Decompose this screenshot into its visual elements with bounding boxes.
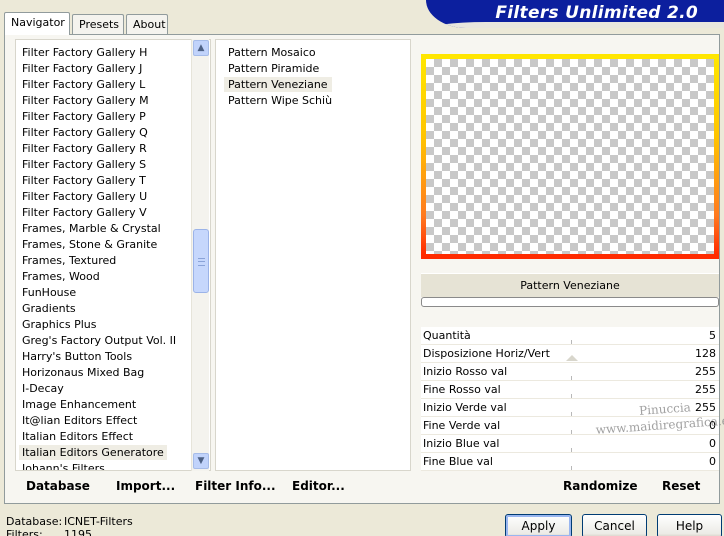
slider-tick — [571, 394, 572, 398]
category-item[interactable]: Filter Factory Gallery V — [19, 205, 150, 220]
help-button[interactable]: Help — [657, 514, 722, 536]
category-item[interactable]: Filter Factory Gallery M — [19, 93, 152, 108]
category-item[interactable]: Filter Factory Gallery U — [19, 189, 150, 204]
category-item[interactable]: FunHouse — [19, 285, 79, 300]
param-value: 255 — [695, 365, 716, 378]
category-scrollbar[interactable]: ▲ ▼ — [191, 39, 209, 471]
slider-tick — [571, 376, 572, 380]
category-item[interactable]: Filter Factory Gallery T — [19, 173, 149, 188]
filter-item[interactable]: Pattern Veneziane — [224, 77, 332, 92]
import-button[interactable]: Import... — [116, 479, 175, 493]
status-filters-label: Filters: — [6, 528, 43, 536]
scrollbar-thumb[interactable] — [193, 229, 209, 293]
reset-button[interactable]: Reset — [662, 479, 700, 493]
slider-thumb[interactable] — [566, 355, 578, 361]
param-label: Fine Rosso val — [423, 383, 501, 396]
param-value: 5 — [709, 329, 716, 342]
tab-about[interactable]: About — [126, 14, 168, 34]
category-item[interactable]: Italian Editors Generatore — [19, 445, 167, 460]
status-filters-value: 1195 — [64, 528, 92, 536]
param-value: 0 — [709, 437, 716, 450]
category-item[interactable]: Frames, Textured — [19, 253, 119, 268]
category-item[interactable]: Filter Factory Gallery P — [19, 109, 149, 124]
param-slider[interactable]: Fine Rosso val 255 — [421, 381, 719, 399]
slider-tick — [571, 340, 572, 344]
navigator-panel: Filter Factory Gallery H Filter Factory G… — [4, 34, 724, 504]
grip-icon — [198, 258, 205, 266]
category-item[interactable]: Horizonaus Mixed Bag — [19, 365, 147, 380]
param-slider[interactable]: Inizio Rosso val 255 — [421, 363, 719, 381]
category-item[interactable]: Gradients — [19, 301, 79, 316]
category-item[interactable]: Filter Factory Gallery H — [19, 45, 150, 60]
progress-bar — [421, 297, 719, 307]
param-value: 255 — [695, 383, 716, 396]
category-item[interactable]: I-Decay — [19, 381, 67, 396]
slider-tick — [571, 430, 572, 434]
filter-name-label: Pattern Veneziane — [421, 273, 719, 297]
category-item[interactable]: Filter Factory Gallery Q — [19, 125, 151, 140]
param-label: Inizio Rosso val — [423, 365, 508, 378]
param-value: 0 — [709, 455, 716, 468]
filter-item[interactable]: Pattern Wipe Schiù — [224, 93, 336, 108]
tab-presets[interactable]: Presets — [72, 14, 124, 34]
status-database-value: ICNET-Filters — [64, 515, 133, 528]
database-button[interactable]: Database — [26, 479, 90, 493]
action-bar: Database Import... Filter Info... Editor… — [4, 470, 720, 504]
param-label: Disposizione Horiz/Vert — [423, 347, 550, 360]
tab-navigator[interactable]: Navigator — [4, 12, 70, 35]
apply-button[interactable]: Apply — [505, 514, 572, 536]
category-item[interactable]: Filter Factory Gallery J — [19, 61, 145, 76]
cancel-button[interactable]: Cancel — [582, 514, 647, 536]
category-item[interactable]: Filter Factory Gallery L — [19, 77, 148, 92]
filter-list[interactable]: Pattern Mosaico Pattern Piramide Pattern V… — [215, 39, 411, 471]
category-item[interactable]: Image Enhancement — [19, 397, 139, 412]
chevron-up-icon[interactable]: ▲ — [193, 40, 209, 56]
editor-button[interactable]: Editor... — [292, 479, 345, 493]
param-label: Fine Verde val — [423, 419, 501, 432]
filter-info-button[interactable]: Filter Info... — [195, 479, 276, 493]
param-value: 128 — [695, 347, 716, 360]
randomize-button[interactable]: Randomize — [563, 479, 637, 493]
preview-image — [421, 54, 719, 259]
category-item[interactable]: Graphics Plus — [19, 317, 99, 332]
param-slider[interactable]: Inizio Blue val 0 — [421, 435, 719, 453]
category-item[interactable]: Filter Factory Gallery S — [19, 157, 149, 172]
status-info: Database: ICNET-Filters Filters: 1195 — [6, 515, 133, 536]
slider-tick — [571, 448, 572, 452]
category-item[interactable]: Greg's Factory Output Vol. II — [19, 333, 179, 348]
app-logo: Filters Unlimited 2.0 — [426, 0, 724, 28]
category-item[interactable]: Frames, Marble & Crystal — [19, 221, 164, 236]
param-label: Inizio Verde val — [423, 401, 507, 414]
param-label: Fine Blue val — [423, 455, 493, 468]
parameter-sliders: Quantità 5 Disposizione Horiz/Vert 128 Inizi… — [421, 327, 719, 471]
param-slider[interactable]: Disposizione Horiz/Vert 128 — [421, 345, 719, 363]
chevron-down-icon[interactable]: ▼ — [193, 453, 209, 469]
param-label: Inizio Blue val — [423, 437, 500, 450]
category-item[interactable]: It@lian Editors Effect — [19, 413, 140, 428]
category-item[interactable]: Frames, Stone & Granite — [19, 237, 160, 252]
app-title: Filters Unlimited 2.0 — [495, 3, 698, 23]
category-list[interactable]: Filter Factory Gallery H Filter Factory G… — [15, 39, 211, 471]
status-database-label: Database: — [6, 515, 63, 528]
category-item[interactable]: Harry's Button Tools — [19, 349, 135, 364]
param-slider[interactable]: Quantità 5 — [421, 327, 719, 345]
param-slider[interactable]: Fine Blue val 0 — [421, 453, 719, 471]
slider-tick — [571, 412, 572, 416]
category-item[interactable]: Italian Editors Effect — [19, 429, 136, 444]
filter-item[interactable]: Pattern Piramide — [224, 61, 323, 76]
filter-item[interactable]: Pattern Mosaico — [224, 45, 320, 60]
category-item[interactable]: Filter Factory Gallery R — [19, 141, 150, 156]
param-label: Quantità — [423, 329, 471, 342]
category-item[interactable]: Frames, Wood — [19, 269, 103, 284]
